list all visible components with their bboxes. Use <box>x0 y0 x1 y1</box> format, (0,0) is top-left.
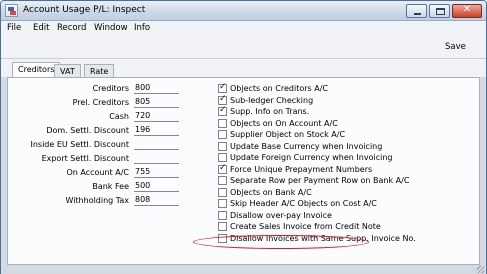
option-row[interactable]: Separate Row per Payment Row on Bank A/C <box>218 175 409 186</box>
option-row[interactable]: ✓ Supp. Info on Trans. <box>218 105 310 117</box>
field-input[interactable]: 800 <box>134 83 179 94</box>
option-row[interactable]: ✓ Objects on Creditors A/C <box>218 82 328 94</box>
save-button[interactable]: Save <box>445 42 466 52</box>
checkbox[interactable] <box>218 210 227 220</box>
checkbox-label: Disallow over-pay Invoice <box>230 210 332 220</box>
field-label: Cash <box>109 112 129 121</box>
field-label: On Account A/C <box>66 168 129 177</box>
checkbox[interactable] <box>218 187 227 197</box>
option-row[interactable]: Disallow over-pay Invoice <box>218 210 332 221</box>
option-row[interactable]: Objects on On Account A/C <box>218 118 338 129</box>
creditors-panel: Creditors 800 Prel. Creditors 805 Cash 720 Dom… <box>7 77 480 265</box>
window-title: Account Usage P/L: Inspect <box>23 5 146 15</box>
field-label: Inside EU Settl. Discount <box>30 140 129 149</box>
checkbox-label: Supp. Info on Trans. <box>230 107 310 116</box>
field-label: Bank Fee <box>92 182 129 191</box>
checkbox[interactable] <box>218 222 227 231</box>
tab-vat[interactable]: VAT <box>54 64 81 77</box>
option-row[interactable]: Update Base Currency when Invoicing <box>218 141 382 152</box>
checkbox-label: Update Foreign Currency when Invoicing <box>230 153 393 162</box>
checkbox-label: Skip Header A/C Objects on Cost A/C <box>230 199 377 208</box>
status-bar <box>1 265 486 274</box>
close-button[interactable]: ✕ <box>452 4 482 18</box>
field-input[interactable]: 196 <box>134 125 179 136</box>
menu-record[interactable]: Record <box>57 23 86 33</box>
option-row[interactable]: Skip Header A/C Objects on Cost A/C <box>218 198 377 209</box>
field-input[interactable]: 755 <box>134 167 179 178</box>
option-row[interactable]: Objects on Bank A/C <box>218 187 312 198</box>
checkbox[interactable]: ✓ <box>218 82 227 93</box>
check-icon: ✓ <box>219 82 227 92</box>
option-row[interactable]: ✓ Force Unique Prepayment Numbers <box>218 162 373 175</box>
menu-window[interactable]: Window <box>94 23 128 33</box>
menu-info[interactable]: Info <box>134 23 150 33</box>
checkbox[interactable] <box>218 130 227 139</box>
checkbox-label: Force Unique Prepayment Numbers <box>230 164 373 174</box>
checkbox-label: Objects on Bank A/C <box>230 187 312 197</box>
resize-grip-icon[interactable] <box>477 266 484 273</box>
field-input[interactable] <box>134 153 179 164</box>
maximize-button[interactable] <box>429 4 450 18</box>
checkbox[interactable] <box>218 118 227 128</box>
menu-bar: File Edit Record Window Info <box>1 21 486 37</box>
field-input[interactable]: 805 <box>134 97 179 108</box>
field-label: Withholding Tax <box>65 196 129 205</box>
toolbar: Save <box>1 37 486 59</box>
menu-file[interactable]: File <box>7 23 21 33</box>
checkbox[interactable]: ✓ <box>218 105 227 116</box>
option-row[interactable]: Supplier Object on Stock A/C <box>218 129 345 140</box>
title-bar[interactable]: Account Usage P/L: Inspect ✕ <box>1 1 486 21</box>
checkbox[interactable]: ✓ <box>218 162 227 174</box>
minimize-icon <box>414 13 421 15</box>
app-icon <box>5 4 18 17</box>
checkbox-label: Objects on On Account A/C <box>230 118 338 128</box>
option-row[interactable]: Create Sales Invoice from Credit Note <box>218 221 381 232</box>
checkbox-label: Objects on Creditors A/C <box>230 84 328 93</box>
checkbox-label: Separate Row per Payment Row on Bank A/C <box>230 176 410 185</box>
field-input[interactable]: 720 <box>134 111 179 122</box>
highlight-oval <box>193 235 369 249</box>
check-icon: ✓ <box>219 105 227 115</box>
menu-edit[interactable]: Edit <box>33 23 49 33</box>
checkbox-label: Sub-ledger Checking <box>230 95 314 105</box>
checkbox-label: Supplier Object on Stock A/C <box>230 130 346 139</box>
field-input[interactable]: 808 <box>134 195 179 206</box>
inspect-window: Account Usage P/L: Inspect ✕ File Edit R… <box>0 0 487 274</box>
field-label: Export Settl. Discount <box>41 154 129 163</box>
field-label: Prel. Creditors <box>72 98 129 107</box>
maximize-icon <box>436 8 445 15</box>
checkbox-label: Create Sales Invoice from Credit Note <box>230 222 381 231</box>
check-icon: ✓ <box>219 162 227 173</box>
minimize-button[interactable] <box>406 4 427 18</box>
checkbox-label: Update Base Currency when Invoicing <box>230 141 383 151</box>
field-input[interactable] <box>134 139 179 150</box>
tab-rate[interactable]: Rate <box>84 64 115 77</box>
checkbox[interactable] <box>218 153 227 162</box>
tab-strip: Creditors VAT Rate <box>1 59 486 78</box>
checkbox[interactable]: ✓ <box>218 93 227 105</box>
field-label: Creditors <box>92 84 129 93</box>
option-row[interactable]: Update Foreign Currency when Invoicing <box>218 152 392 163</box>
checkbox[interactable] <box>218 141 227 151</box>
check-icon: ✓ <box>219 93 227 104</box>
field-label: Dom. Settl. Discount <box>46 126 129 135</box>
checkbox[interactable] <box>218 176 227 185</box>
checkbox[interactable] <box>218 199 227 208</box>
option-row[interactable]: ✓ Sub-ledger Checking <box>218 93 314 106</box>
field-input[interactable]: 500 <box>134 181 179 192</box>
close-icon: ✕ <box>462 4 472 15</box>
